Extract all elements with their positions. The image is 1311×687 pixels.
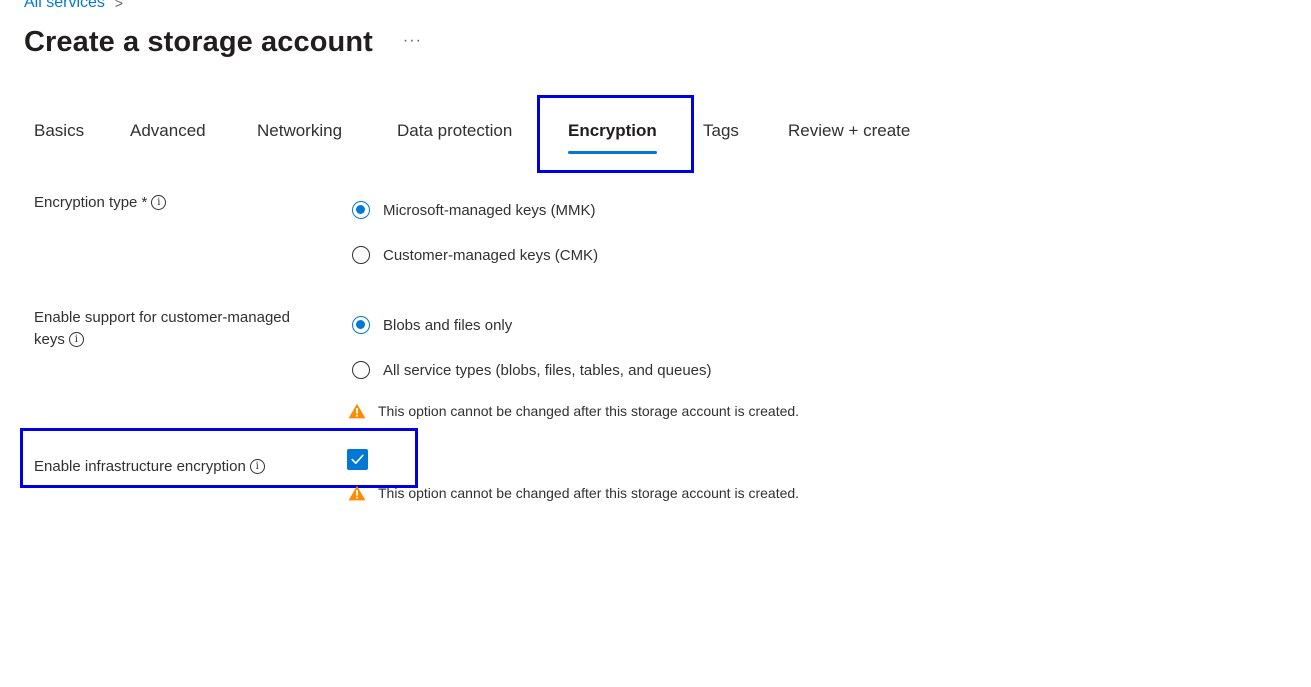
cmk-support-label-line2: keys: [34, 331, 65, 348]
radio-blobs-files[interactable]: [352, 316, 370, 334]
radio-option-blobs-files[interactable]: Blobs and files only: [352, 316, 512, 334]
radio-all-services[interactable]: [352, 361, 370, 379]
infrastructure-warning: This option cannot be changed after this…: [348, 485, 799, 501]
tab-networking[interactable]: Networking: [257, 121, 342, 141]
infrastructure-warning-text: This option cannot be changed after this…: [378, 485, 800, 501]
info-icon[interactable]: i: [151, 194, 167, 210]
radio-cmk[interactable]: [352, 246, 370, 264]
warning-icon: [348, 485, 366, 501]
cmk-warning-text: This option cannot be changed after this…: [378, 403, 800, 419]
radio-option-cmk[interactable]: Customer-managed keys (CMK): [352, 246, 598, 264]
radio-cmk-label: Customer-managed keys (CMK): [383, 246, 599, 264]
breadcrumb-all-services-link[interactable]: All services: [24, 0, 105, 12]
page: All services > Create a storage account …: [0, 0, 1311, 687]
cmk-support-label-line1: Enable support for customer-managed: [34, 309, 290, 326]
tab-data-protection[interactable]: Data protection: [397, 121, 512, 141]
tab-basics[interactable]: Basics: [34, 121, 84, 141]
title-row: Create a storage account ···: [24, 26, 422, 59]
tab-advanced[interactable]: Advanced: [130, 121, 206, 141]
encryption-type-label-text: Encryption type *: [34, 194, 148, 211]
tab-review-create[interactable]: Review + create: [788, 121, 910, 141]
warning-icon: [348, 403, 366, 419]
chevron-right-icon: >: [114, 0, 124, 11]
encryption-tab-highlight: [537, 95, 694, 173]
cmk-support-label: Enable support for customer-managed keys…: [34, 307, 290, 351]
radio-all-services-label: All service types (blobs, files, tables,…: [383, 361, 712, 379]
tab-tags[interactable]: Tags: [703, 121, 739, 141]
info-icon[interactable]: i: [68, 331, 84, 347]
radio-mmk-label: Microsoft-managed keys (MMK): [383, 201, 596, 219]
encryption-type-label: Encryption type * i: [34, 192, 167, 214]
radio-option-mmk[interactable]: Microsoft-managed keys (MMK): [352, 201, 596, 219]
more-options-button[interactable]: ···: [403, 32, 422, 50]
page-title: Create a storage account: [24, 26, 373, 58]
radio-option-all-services[interactable]: All service types (blobs, files, tables,…: [352, 361, 712, 379]
breadcrumb: All services >: [24, 0, 123, 12]
radio-blobs-files-label: Blobs and files only: [383, 316, 513, 334]
cmk-warning: This option cannot be changed after this…: [348, 403, 799, 419]
radio-mmk[interactable]: [352, 201, 370, 219]
infrastructure-encryption-highlight: [20, 428, 418, 488]
